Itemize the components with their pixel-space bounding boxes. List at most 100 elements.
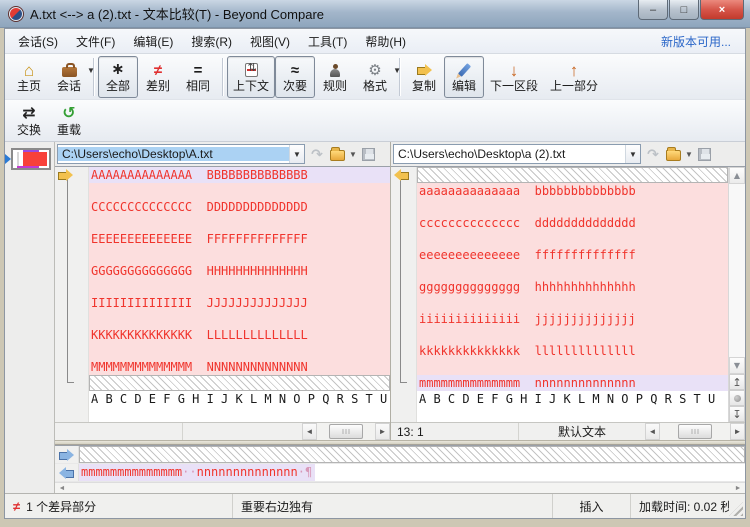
scroll-up-icon[interactable]: ▲ [729, 167, 745, 184]
scroll-left-icon[interactable]: ◄ [302, 423, 317, 440]
scroll-right-icon[interactable]: ► [730, 423, 745, 440]
scrollbar-track[interactable] [317, 423, 375, 440]
toolbar-button-all[interactable]: ∗全部 [98, 56, 138, 98]
title-bar[interactable]: A.txt <--> a (2).txt - 文本比较(T) - Beyond … [0, 0, 750, 28]
left-editor-lines[interactable]: AAAAAAAAAAAAAA BBBBBBBBBBBBBB CCCCCCCCCCC… [89, 167, 390, 422]
scroll-left-icon[interactable]: ◄ [55, 483, 69, 493]
dropdown-arrow-icon[interactable]: ▼ [393, 66, 401, 75]
editor-line[interactable]: EEEEEEEEEEEEEE FFFFFFFFFFFFFF [89, 231, 390, 247]
diff-overview-strip[interactable] [5, 142, 55, 493]
menu-item-4[interactable]: 搜索(R) [182, 30, 241, 53]
editor-line[interactable]: CCCCCCCCCCCCCC DDDDDDDDDDDDDD [89, 199, 390, 215]
toolbar-button-swap[interactable]: ⇄交换 [9, 100, 49, 142]
scrollbar-thumb[interactable] [678, 424, 712, 439]
editor-line[interactable] [417, 199, 728, 215]
toolbar-button-same[interactable]: =相同 [178, 56, 218, 98]
right-horizontal-scrollbar[interactable]: ◄ ► [645, 423, 745, 440]
editor-line[interactable]: GGGGGGGGGGGGGG HHHHHHHHHHHHHH [89, 263, 390, 279]
editor-line[interactable]: IIIIIIIIIIIIII JJJJJJJJJJJJJJ [89, 295, 390, 311]
overview-thumbnail[interactable] [11, 148, 51, 170]
right-editor[interactable]: aaaaaaaaaaaaaa bbbbbbbbbbbbbb ccccccccccc… [391, 166, 745, 422]
reload-file-icon[interactable]: ↷ [309, 146, 325, 162]
prev-diff-button[interactable]: ↥ [729, 374, 745, 390]
editor-line[interactable] [417, 327, 728, 343]
minimize-button[interactable]: – [638, 0, 668, 20]
save-file-icon[interactable] [361, 146, 377, 162]
editor-line[interactable] [417, 295, 728, 311]
toolbar-button-home[interactable]: ⌂主页 [9, 56, 49, 98]
next-diff-button[interactable]: ↧ [729, 406, 745, 422]
toolbar-button-format[interactable]: ⚙格式▼ [355, 56, 395, 98]
chevron-down-icon[interactable]: ▼ [685, 150, 693, 159]
scroll-left-icon[interactable]: ◄ [645, 423, 660, 440]
toolbar-button-copy[interactable]: 复制 [404, 56, 444, 98]
browse-folder-icon[interactable] [665, 146, 681, 162]
editor-line[interactable]: KKKKKKKKKKKKKK LLLLLLLLLLLLLL [89, 327, 390, 343]
scrollbar-track[interactable] [69, 483, 731, 493]
scroll-right-icon[interactable]: ► [731, 483, 745, 493]
editor-line[interactable] [89, 247, 390, 263]
editor-line[interactable]: mmmmmmmmmmmmmm nnnnnnnnnnnnnn [417, 375, 728, 391]
left-horizontal-scrollbar[interactable]: ◄ ► [302, 423, 390, 440]
chevron-down-icon[interactable]: ▼ [625, 145, 640, 163]
editor-line[interactable] [417, 359, 728, 375]
maximize-button[interactable]: □ [669, 0, 699, 20]
right-path-combobox[interactable]: C:\Users\echo\Desktop\a (2).txt ▼ [393, 144, 641, 164]
editor-line[interactable]: aaaaaaaaaaaaaa bbbbbbbbbbbbbb [417, 183, 728, 199]
reload-file-icon[interactable]: ↷ [645, 146, 661, 162]
toolbar-button-rules[interactable]: 规则 [315, 56, 355, 98]
menu-item-3[interactable]: 编辑(E) [124, 30, 182, 53]
resize-grip[interactable] [729, 502, 743, 516]
editor-line[interactable]: gggggggggggggg hhhhhhhhhhhhhh [417, 279, 728, 295]
chevron-down-icon[interactable]: ▼ [289, 145, 304, 163]
toolbar-button-context[interactable]: 上下文 [227, 56, 275, 98]
menu-item-1[interactable]: 会话(S) [9, 30, 67, 53]
editor-line[interactable]: kkkkkkkkkkkkkk llllllllllllll [417, 343, 728, 359]
save-file-icon[interactable] [697, 146, 713, 162]
right-file-path[interactable]: C:\Users\echo\Desktop\a (2).txt [394, 147, 625, 161]
toolbar-button-edit[interactable]: 编辑 [444, 56, 484, 98]
editor-line[interactable]: cccccccccccccc dddddddddddddd [417, 215, 728, 231]
left-file-path[interactable]: C:\Users\echo\Desktop\A.txt [58, 147, 289, 161]
editor-line[interactable] [89, 215, 390, 231]
scrollbar-track[interactable] [729, 184, 745, 357]
center-current-diff-button[interactable] [729, 390, 745, 406]
toolbar-button-reload[interactable]: ↺重载 [49, 100, 89, 142]
toolbar-button-session[interactable]: 会话▼ [49, 56, 89, 98]
detail-horizontal-scrollbar[interactable]: ◄ ► [55, 482, 745, 493]
scrollbar-thumb[interactable] [329, 424, 363, 439]
menu-item-6[interactable]: 工具(T) [299, 30, 356, 53]
editor-line[interactable] [89, 183, 390, 199]
editor-line[interactable]: A B C D E F G H I J K L M N O P Q R S T … [417, 391, 728, 407]
scroll-down-icon[interactable]: ▼ [729, 357, 745, 374]
editor-line[interactable]: eeeeeeeeeeeeee ffffffffffffff [417, 247, 728, 263]
editor-line[interactable]: A B C D E F G H I J K L M N O P Q R S T … [89, 391, 390, 407]
menu-item-5[interactable]: 视图(V) [241, 30, 299, 53]
editor-line[interactable]: iiiiiiiiiiiiii jjjjjjjjjjjjjj [417, 311, 728, 327]
vertical-scrollbar[interactable]: ▲ ▼ ↥ ↧ [728, 167, 745, 422]
editor-line[interactable] [417, 231, 728, 247]
scrollbar-track[interactable] [660, 423, 730, 440]
close-button[interactable]: × [700, 0, 744, 20]
editor-line[interactable] [89, 343, 390, 359]
editor-line[interactable]: AAAAAAAAAAAAAA BBBBBBBBBBBBBB [89, 167, 390, 183]
chevron-down-icon[interactable]: ▼ [349, 150, 357, 159]
missing-line-placeholder[interactable] [417, 167, 728, 183]
left-editor[interactable]: AAAAAAAAAAAAAA BBBBBBBBBBBBBB CCCCCCCCCCC… [55, 166, 390, 422]
scroll-right-icon[interactable]: ► [375, 423, 390, 440]
editor-line[interactable]: MMMMMMMMMMMMMM NNNNNNNNNNNNNN [89, 359, 390, 375]
menu-item-2[interactable]: 文件(F) [67, 30, 124, 53]
editor-line[interactable] [89, 311, 390, 327]
dropdown-arrow-icon[interactable]: ▼ [87, 66, 95, 75]
left-path-combobox[interactable]: C:\Users\echo\Desktop\A.txt ▼ [57, 144, 305, 164]
toolbar-button-prev-part[interactable]: ↑上一部分 [544, 56, 604, 98]
toolbar-button-minor[interactable]: ≈次要 [275, 56, 315, 98]
editor-line[interactable] [417, 263, 728, 279]
toolbar-button-next-section[interactable]: ↓下一区段 [484, 56, 544, 98]
menu-item-7[interactable]: 帮助(H) [356, 30, 415, 53]
browse-folder-icon[interactable] [329, 146, 345, 162]
new-version-link[interactable]: 新版本可用... [661, 33, 741, 50]
toolbar-button-diffs[interactable]: ≠差别 [138, 56, 178, 98]
missing-line-placeholder[interactable] [89, 375, 390, 391]
right-editor-lines[interactable]: aaaaaaaaaaaaaa bbbbbbbbbbbbbb ccccccccccc… [417, 167, 728, 422]
